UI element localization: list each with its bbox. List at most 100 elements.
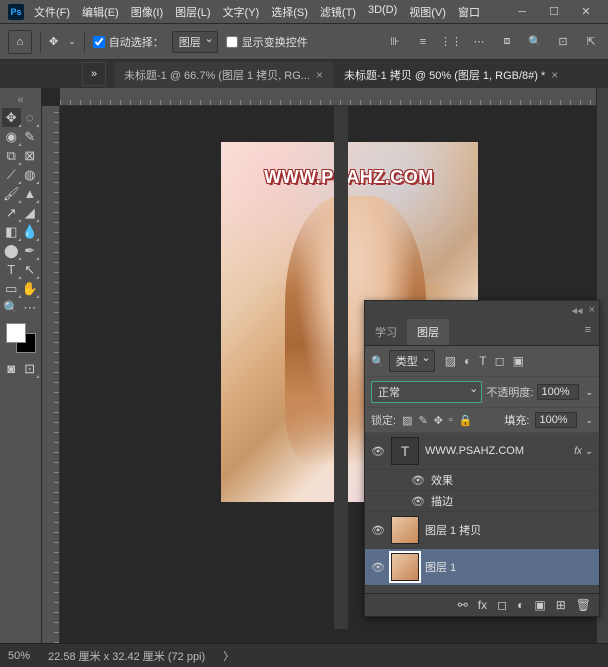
visibility-toggle[interactable]: 👁 [371,561,385,574]
document-dimensions[interactable]: 22.58 厘米 x 32.42 厘米 (72 ppi) [48,648,205,664]
lock-transparency-icon[interactable]: ▨ [402,414,412,427]
hand-tool[interactable]: ✋ [21,279,40,298]
zoom-tool[interactable]: 🔍 [2,298,21,317]
panel-menu-icon[interactable]: ≡ [577,319,599,345]
fill-input[interactable] [535,412,577,428]
lasso-tool[interactable]: ◉ [2,127,21,146]
crop-tool[interactable]: ⧉ [2,146,21,165]
gradient-tool[interactable]: ◧ [2,222,21,241]
delete-layer-icon[interactable]: 🗑 [576,598,591,612]
menu-window[interactable]: 窗口 [452,1,486,23]
tab-close-icon[interactable]: × [316,68,323,82]
layer-thumbnail[interactable]: T [391,437,419,465]
menu-layer[interactable]: 图层(L) [169,1,216,23]
tab-nav-button[interactable]: » [82,62,106,86]
search-icon[interactable]: 🔍 [371,355,385,368]
quick-select-tool[interactable]: ✎ [21,127,40,146]
align-icon-3[interactable]: ⋮⋮ [442,33,460,51]
dodge-tool[interactable]: ⬤ [2,241,21,260]
maximize-button[interactable]: ☐ [540,3,568,21]
opacity-input[interactable] [537,384,579,400]
color-swatches[interactable] [6,323,36,353]
minimize-button[interactable]: ─ [508,3,536,21]
collapse-toolbar[interactable]: « [2,92,39,108]
layer-name[interactable]: WWW.PSAHZ.COM [425,445,568,457]
layer-filter-select[interactable]: 类型 [389,350,435,372]
3d-icon[interactable]: ⧈ [498,33,516,51]
new-layer-icon[interactable]: ⊞ [556,598,566,612]
screen-mode[interactable]: ⊡ [21,359,40,378]
visibility-toggle[interactable]: 👁 [371,524,385,537]
stamp-tool[interactable]: ▲ [21,184,40,203]
visibility-toggle[interactable]: 👁 [411,474,425,487]
layer-name[interactable]: 图层 1 [425,559,593,575]
auto-select-checkbox[interactable] [93,36,105,48]
menu-select[interactable]: 选择(S) [265,1,314,23]
layer-thumbnail[interactable] [391,553,419,581]
group-layers-icon[interactable]: ▣ [534,598,545,612]
type-tool[interactable]: T [2,260,21,279]
align-icon-2[interactable]: ≡ [414,33,432,51]
path-select-tool[interactable]: ↖ [21,260,40,279]
edit-toolbar[interactable]: ⋯ [21,298,40,317]
zoom-level[interactable]: 50% [8,650,30,662]
layer-row[interactable]: 👁 T WWW.PSAHZ.COM fx ⌄ [365,433,599,470]
brush-tool[interactable]: 🖌 [2,184,21,203]
eraser-tool[interactable]: ◢ [21,203,40,222]
shape-tool[interactable]: ▭ [2,279,21,298]
document-tab-2[interactable]: 未标题-1 拷贝 @ 50% (图层 1, RGB/8#) * × [334,62,568,88]
link-layers-icon[interactable]: ⚯ [458,598,468,612]
filter-adjust-icon[interactable]: ◐ [464,354,471,368]
move-tool[interactable]: ✥ [2,108,21,127]
vertical-ruler[interactable] [42,106,60,643]
menu-type[interactable]: 文字(Y) [217,1,266,23]
close-panel-icon[interactable]: × [589,304,595,316]
more-icon[interactable]: ⋯ [470,33,488,51]
lock-all-icon[interactable]: 🔒 [459,414,473,427]
search-icon[interactable]: 🔍 [526,33,544,51]
patch-tool[interactable]: ◍ [21,165,40,184]
menu-3d[interactable]: 3D(D) [362,1,403,23]
tab-close-icon[interactable]: × [551,68,558,82]
app-logo[interactable]: Ps [8,4,24,20]
horizontal-ruler[interactable] [60,88,596,106]
share-icon[interactable]: ⇱ [582,33,600,51]
status-arrow[interactable]: 〉 [223,648,234,664]
overflow-icon[interactable]: ⊡ [554,33,572,51]
move-tool-icon[interactable]: ✥ [49,35,58,48]
document-tab-1[interactable]: 未标题-1 @ 66.7% (图层 1 拷贝, RG... × [114,62,333,88]
filter-type-icon[interactable]: T [479,354,486,368]
layer-name[interactable]: 图层 1 拷贝 [425,522,593,538]
menu-edit[interactable]: 编辑(E) [76,1,125,23]
blend-mode-select[interactable]: 正常 [371,381,482,403]
visibility-toggle[interactable]: 👁 [371,445,385,458]
filter-pixel-icon[interactable]: ▨ [445,354,456,368]
layer-thumbnail[interactable] [391,516,419,544]
pen-tool[interactable]: ✒ [21,241,40,260]
layer-row[interactable]: 👁 图层 1 拷贝 [365,512,599,549]
adjustment-layer-icon[interactable]: ◐ [517,598,524,612]
menu-filter[interactable]: 滤镜(T) [314,1,362,23]
align-icon[interactable]: ⊪ [386,33,404,51]
history-brush-tool[interactable]: ↗ [2,203,21,222]
lock-position-icon[interactable]: ✥ [434,414,443,427]
home-button[interactable]: ⌂ [8,30,32,54]
layer-effect-row[interactable]: 👁 效果 [365,470,599,491]
learn-tab[interactable]: 学习 [365,319,407,345]
layer-row[interactable]: 👁 图层 1 [365,549,599,586]
layer-effect-row[interactable]: 👁 描边 [365,491,599,512]
layer-style-icon[interactable]: fx [478,598,487,612]
blur-tool[interactable]: 💧 [21,222,40,241]
menu-image[interactable]: 图像(I) [125,1,169,23]
menu-file[interactable]: 文件(F) [28,1,76,23]
frame-tool[interactable]: ⊠ [21,146,40,165]
lock-paint-icon[interactable]: ✎ [418,414,427,427]
show-transform-checkbox[interactable] [226,36,238,48]
layers-tab[interactable]: 图层 [407,319,449,345]
vertical-scrollbar[interactable] [334,106,348,629]
fx-badge[interactable]: fx ⌄ [574,446,593,457]
auto-select-target[interactable]: 图层 [172,31,218,53]
close-button[interactable]: ✕ [572,3,600,21]
menu-view[interactable]: 视图(V) [403,1,452,23]
quick-mask[interactable]: ◙ [2,359,21,378]
